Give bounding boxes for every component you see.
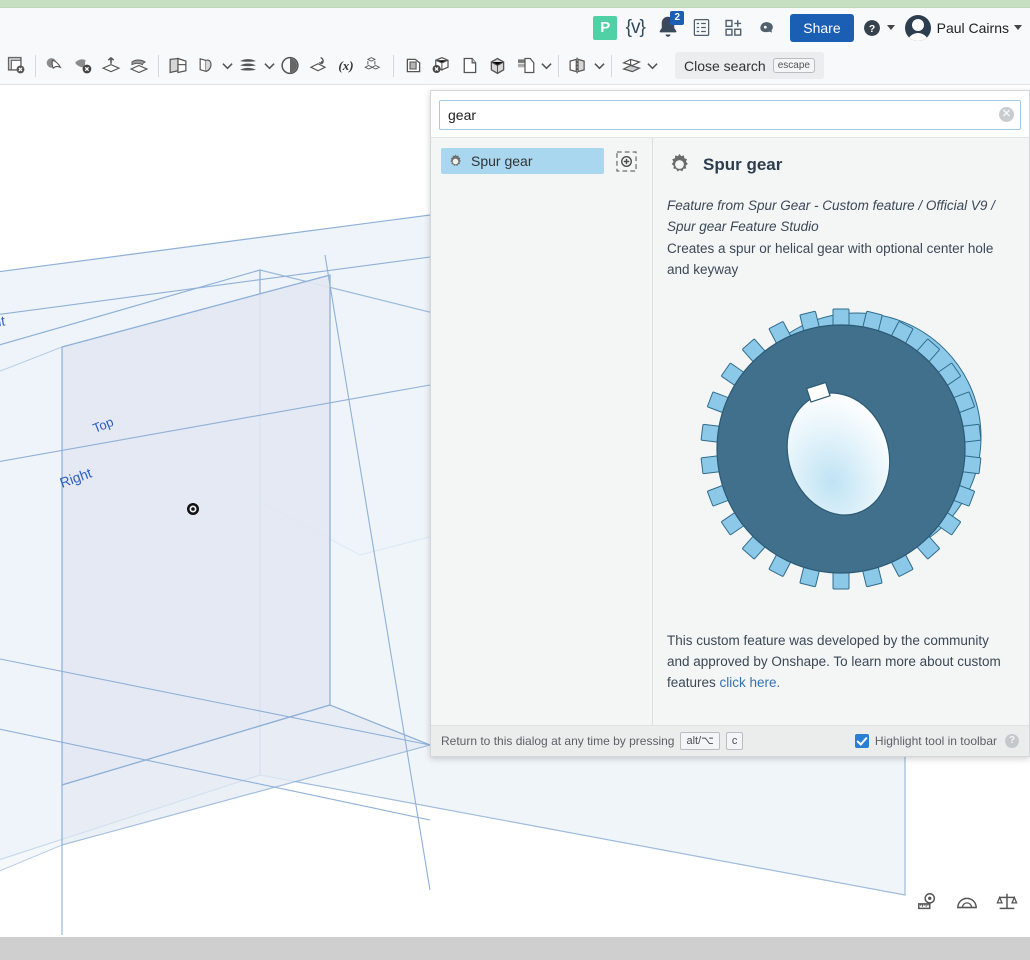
avatar: [904, 14, 931, 41]
custom-features-link[interactable]: click here.: [720, 675, 781, 690]
add-to-toolbar-icon[interactable]: [616, 150, 637, 172]
feature-toolbar: (x) Close search escape: [0, 47, 1030, 85]
thicken-icon[interactable]: [304, 51, 332, 81]
search-results-pane: Spur gear: [431, 138, 652, 725]
plane-icon[interactable]: [164, 51, 192, 81]
highlight-tool-checkbox[interactable]: [854, 734, 869, 748]
search-result-spur-gear[interactable]: Spur gear: [441, 148, 604, 174]
variable-fx-icon[interactable]: (x): [332, 51, 360, 81]
gear-icon: [450, 154, 461, 166]
transform-caret-icon[interactable]: [539, 51, 553, 81]
pattern-cubes-icon[interactable]: [360, 51, 388, 81]
variable-studio-glyph: {v}: [625, 16, 646, 38]
loft-icon[interactable]: [192, 51, 220, 81]
search-input[interactable]: [439, 100, 1021, 130]
extrude-down-icon[interactable]: [125, 51, 153, 81]
revolve-icon[interactable]: [276, 51, 304, 81]
toolbar-separator: [393, 54, 394, 77]
app-store-glyph: [725, 19, 742, 36]
bottom-status-strip: [0, 937, 1030, 960]
result-row: Spur gear: [441, 148, 652, 174]
protractor-icon[interactable]: [956, 891, 978, 913]
variable-studio-icon[interactable]: {v}: [620, 13, 650, 43]
detail-title: Spur gear: [703, 154, 783, 174]
clear-search-icon[interactable]: ✕: [999, 107, 1014, 122]
split-caret-icon[interactable]: [645, 51, 659, 81]
project-badge[interactable]: P: [593, 13, 618, 43]
detail-header: Spur gear: [667, 152, 1015, 177]
gear-icon: [671, 153, 688, 172]
svg-text:(x): (x): [338, 58, 353, 73]
detail-source: Feature from Spur Gear - Custom feature …: [667, 198, 995, 234]
task-list-icon[interactable]: [686, 13, 716, 43]
feature-preview-image: [667, 288, 1015, 608]
mass-properties-icon[interactable]: [996, 891, 1018, 913]
close-search-button[interactable]: Close search escape: [675, 52, 824, 79]
user-menu[interactable]: Paul Cairns: [904, 14, 1022, 41]
viewport-measure-tools: [916, 891, 1018, 913]
revolve-delete-icon[interactable]: [69, 51, 97, 81]
notifications-bell-icon[interactable]: 2: [653, 10, 685, 43]
help-icon: ?: [863, 19, 880, 36]
mirror-icon[interactable]: [564, 51, 592, 81]
app-store-icon[interactable]: [719, 13, 749, 43]
footer-right-group: Highlight tool in toolbar ?: [854, 734, 1019, 748]
svg-text:?: ?: [868, 23, 874, 34]
onshape-window: P {v} 2 Share ? Paul Cairns (x) Close se…: [0, 0, 1030, 960]
split-icon[interactable]: [617, 51, 645, 81]
feature-search-dialog: ✕ Spur gear: [430, 90, 1030, 757]
top-banner: [0, 0, 1030, 8]
help-circle-icon[interactable]: ?: [1005, 734, 1019, 748]
fillet-cube-icon[interactable]: [483, 51, 511, 81]
shortcut-key-c: c: [725, 732, 744, 750]
detail-description: Creates a spur or helical gear with opti…: [667, 241, 994, 277]
app-header: P {v} 2 Share ? Paul Cairns: [0, 8, 1030, 47]
user-name-label: Paul Cairns: [936, 19, 1009, 36]
user-caret-icon: [1014, 25, 1022, 30]
plane-edge-strip: [0, 346, 63, 872]
mirror-caret-icon[interactable]: [592, 51, 606, 81]
sketch-delete-icon[interactable]: [2, 51, 30, 81]
spur-gear-3d-render: [700, 308, 982, 589]
origin-point[interactable]: [187, 503, 199, 515]
help-caret-icon: [886, 25, 895, 30]
draft-icon[interactable]: [455, 51, 483, 81]
shortcut-key-alt: alt/⌥: [680, 732, 720, 750]
notification-count-badge: 2: [670, 10, 685, 25]
toolbar-separator: [558, 54, 559, 77]
learning-center-glyph: [760, 21, 774, 33]
sweep-icon[interactable]: [41, 51, 69, 81]
share-button[interactable]: Share: [790, 13, 854, 42]
toolbar-separator: [35, 54, 36, 77]
sweep-stack-icon[interactable]: [234, 51, 262, 81]
close-search-label: Close search: [684, 57, 766, 74]
sweep-caret-icon[interactable]: [262, 51, 276, 81]
transform-icon[interactable]: [511, 51, 539, 81]
extrude-up-icon[interactable]: [97, 51, 125, 81]
measure-tape-icon[interactable]: [916, 891, 938, 913]
learning-center-icon[interactable]: [752, 13, 782, 43]
help-menu[interactable]: ?: [862, 18, 895, 38]
toolbar-separator: [611, 54, 612, 77]
right-plane: [61, 274, 331, 786]
search-box: ✕: [439, 100, 1021, 130]
shell-icon[interactable]: [399, 51, 427, 81]
feature-detail-pane: Spur gear Feature from Spur Gear - Custo…: [652, 138, 1029, 725]
loft-caret-icon[interactable]: [220, 51, 234, 81]
search-row: ✕: [431, 91, 1029, 138]
task-list-glyph: [693, 18, 710, 37]
dialog-footer: Return to this dialog at any time by pre…: [431, 725, 1029, 756]
footer-hint-label: Return to this dialog at any time by pre…: [441, 734, 675, 748]
highlight-tool-label: Highlight tool in toolbar: [874, 734, 997, 748]
search-result-label: Spur gear: [471, 153, 533, 169]
project-badge-letter: P: [593, 15, 618, 40]
toolbar-separator: [158, 54, 159, 77]
boolean-subtract-icon[interactable]: [427, 51, 455, 81]
dialog-body: Spur gear Spur gear Feature from Spur Ge…: [431, 138, 1029, 725]
detail-footnote: This custom feature was developed by the…: [667, 630, 1015, 693]
close-search-key-badge: escape: [772, 58, 815, 73]
detail-footnote-text: This custom feature was developed by the…: [667, 633, 1001, 690]
